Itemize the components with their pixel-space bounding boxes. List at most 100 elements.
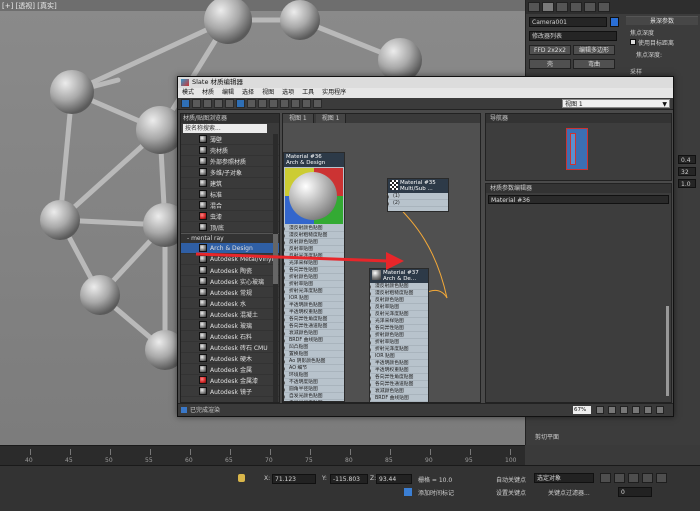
modify-tab[interactable]	[542, 2, 554, 12]
play-button[interactable]	[628, 473, 639, 483]
input-socket-icon[interactable]	[284, 304, 285, 308]
input-socket-icon[interactable]	[370, 285, 371, 289]
menu-select[interactable]: 选择	[242, 88, 254, 98]
material-name-field[interactable]: Material #36	[488, 195, 669, 204]
node-slot[interactable]: 反射光泽度贴图	[284, 253, 344, 260]
node-slot[interactable]: 各向异性贴图	[284, 267, 344, 274]
browser-material-item[interactable]: 多维/子对象	[181, 167, 279, 178]
node-slot[interactable]: 反射率贴图	[370, 304, 428, 311]
browser-mental-ray-item[interactable]: Autodesk 陶瓷	[181, 265, 279, 276]
node-slot[interactable]: 各向异性通道贴图	[284, 323, 344, 330]
browser-mental-ray-item[interactable]: Autodesk 水	[181, 298, 279, 309]
node-slot[interactable]: 折射颜色贴图	[370, 332, 428, 339]
material-35-node[interactable]: Material #35 Multi/Sub ... (1) (2)	[387, 178, 449, 212]
input-socket-icon[interactable]	[284, 227, 285, 231]
node-slot[interactable]: AO 细节	[284, 365, 344, 372]
navigator-preview[interactable]	[566, 128, 588, 170]
input-socket-icon[interactable]	[284, 388, 285, 392]
node-slot[interactable]: 折射率贴图	[284, 281, 344, 288]
browser-mental-ray-item[interactable]: Autodesk 实心玻璃	[181, 276, 279, 287]
node-slot[interactable]: 折射率贴图	[370, 339, 428, 346]
input-socket-icon[interactable]	[284, 318, 285, 322]
input-socket-icon[interactable]	[284, 374, 285, 378]
input-socket-icon[interactable]	[370, 306, 371, 310]
show-end-result-icon[interactable]	[302, 99, 311, 108]
input-socket-icon[interactable]	[370, 327, 371, 331]
z-coordinate-field[interactable]: 93.44	[376, 474, 412, 484]
material-37-node[interactable]: Material #37 Arch & De... 漫反射颜色贴图 漫反射粗糙度贴…	[369, 268, 429, 402]
zoom-icon[interactable]	[608, 406, 616, 414]
browser-material-item[interactable]: 混合	[181, 200, 279, 211]
browser-mental-ray-item[interactable]: Autodesk 石料	[181, 331, 279, 342]
browser-group-mental-ray[interactable]: - mental ray	[181, 233, 279, 243]
current-frame-field[interactable]: 0	[618, 487, 652, 497]
menu-edit[interactable]: 编辑	[222, 88, 234, 98]
select-by-material-icon[interactable]	[313, 99, 322, 108]
node-slot[interactable]: BRDF 曲线贴图	[284, 337, 344, 344]
browser-mental-ray-item[interactable]: Autodesk 硬木	[181, 353, 279, 364]
menu-utilities[interactable]: 实用程序	[322, 88, 346, 98]
input-socket-icon[interactable]	[284, 276, 285, 280]
node-slot[interactable]: 环境贴图	[284, 372, 344, 379]
node-slot[interactable]: 漫反射粗糙度贴图	[284, 232, 344, 239]
node-slot[interactable]: 折射光泽度贴图	[284, 288, 344, 295]
node-slot[interactable]: (2)	[388, 200, 448, 207]
node-slot[interactable]: 漫反射粗糙度贴图	[370, 290, 428, 297]
input-socket-icon[interactable]	[284, 353, 285, 357]
menu-view[interactable]: 视图	[262, 88, 274, 98]
node-header[interactable]: Material #35 Multi/Sub ...	[388, 179, 448, 193]
input-socket-icon[interactable]	[284, 234, 285, 238]
node-slot[interactable]: 半透明颜色贴图	[284, 302, 344, 309]
node-slot[interactable]: 衰减颜色贴图	[370, 388, 428, 395]
input-socket-icon[interactable]	[284, 311, 285, 315]
hide-unused-icon[interactable]	[291, 99, 300, 108]
node-view[interactable]: 视图 1 视图 1 Material #36 Arch & Design 漫反射…	[282, 113, 481, 403]
browser-mental-ray-item[interactable]: Arch & Design	[181, 243, 279, 254]
maximize-icon[interactable]	[656, 406, 664, 414]
node-slot[interactable]: 反射颜色贴图	[370, 297, 428, 304]
node-slot[interactable]: 光泽采样贴图	[370, 318, 428, 325]
zoom-region-icon[interactable]	[620, 406, 628, 414]
input-socket-icon[interactable]	[370, 376, 371, 380]
goto-end-button[interactable]	[656, 473, 667, 483]
node-slot[interactable]: 不透明度贴图	[284, 379, 344, 386]
node-header[interactable]: Material #36 Arch & Design	[284, 153, 344, 167]
node-slot[interactable]: 半透明颜色贴图	[370, 360, 428, 367]
browser-mental-ray-item[interactable]: Autodesk 镜子	[181, 386, 279, 397]
dof-value-3[interactable]: 1.0	[678, 179, 696, 188]
input-socket-icon[interactable]	[370, 397, 371, 401]
node-slot[interactable]: 圆角半径贴图	[284, 386, 344, 393]
node-slot[interactable]: 漫反射颜色贴图	[284, 225, 344, 232]
view-selector-dropdown[interactable]: 视图 1 ▼	[562, 99, 670, 108]
browser-mental-ray-item[interactable]: Autodesk 砖石 CMU	[181, 342, 279, 353]
input-socket-icon[interactable]	[284, 241, 285, 245]
input-socket-icon[interactable]	[370, 334, 371, 338]
node-slot[interactable]: 各向异性通道贴图	[370, 381, 428, 388]
node-slot[interactable]: 反射光泽度贴图	[370, 311, 428, 318]
node-slot[interactable]: 光泽采样贴图	[284, 260, 344, 267]
input-socket-icon[interactable]	[370, 341, 371, 345]
scrollbar-thumb[interactable]	[273, 234, 278, 284]
node-slot[interactable]: 凹凸贴图	[284, 344, 344, 351]
delete-icon[interactable]	[214, 99, 223, 108]
input-socket-icon[interactable]	[370, 362, 371, 366]
browser-mental-ray-item[interactable]: Autodesk 金属	[181, 364, 279, 375]
browser-scrollbar[interactable]	[273, 134, 278, 402]
browser-search-input[interactable]: 按名称搜索...	[183, 124, 267, 133]
input-socket-icon[interactable]	[284, 290, 285, 294]
dof-value-1[interactable]: 0.4	[678, 155, 696, 164]
browser-material-item[interactable]: 虫漆	[181, 211, 279, 222]
modifier-button-3[interactable]: 壳	[529, 59, 571, 69]
input-socket-icon[interactable]	[284, 255, 285, 259]
zoom-extents-selected-icon[interactable]	[644, 406, 652, 414]
node-slot[interactable]: 折射光泽度贴图	[370, 346, 428, 353]
input-socket-icon[interactable]	[284, 248, 285, 252]
input-socket-icon[interactable]	[370, 292, 371, 296]
selected-object-dropdown[interactable]: 选定对象	[534, 473, 594, 483]
layout-children-icon[interactable]	[269, 99, 278, 108]
node-slot[interactable]: 置换贴图	[284, 351, 344, 358]
node-slot[interactable]: 折射颜色贴图	[284, 274, 344, 281]
input-socket-icon[interactable]	[370, 355, 371, 359]
motion-tab[interactable]	[570, 2, 582, 12]
node-slot[interactable]: IOR 贴图	[284, 295, 344, 302]
